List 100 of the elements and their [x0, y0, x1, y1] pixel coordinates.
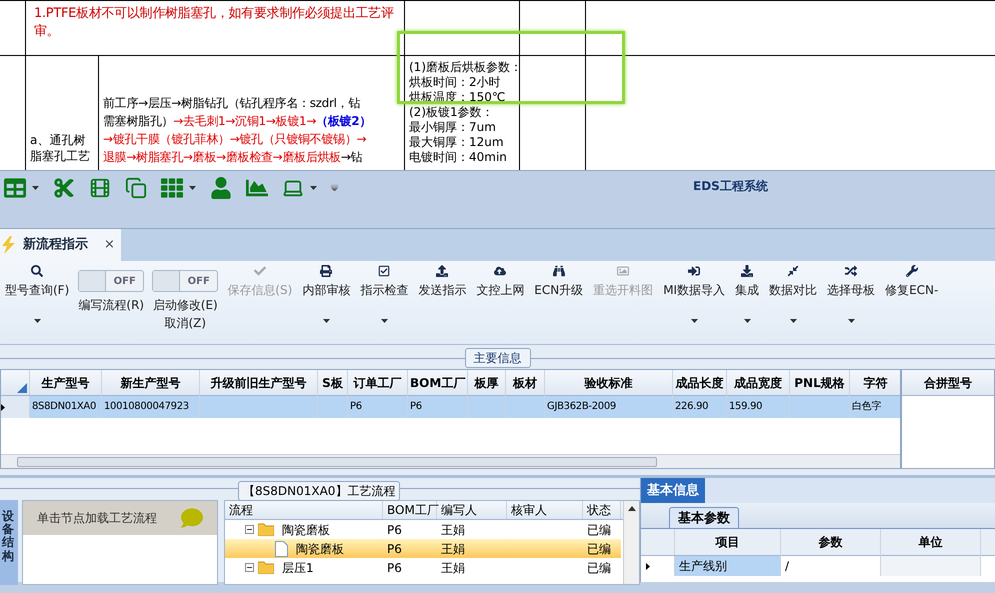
tree-cell-text: 已编	[586, 540, 612, 558]
table-cell: GJB362B-2009	[545, 396, 673, 418]
tree-cell-text: 王娟	[440, 540, 466, 558]
parameter-line: 烘板时间：2小时	[409, 75, 502, 90]
toggle-label: 编写流程(R)	[78, 297, 144, 314]
parameter-line: 最小铜厚：7um	[409, 120, 497, 135]
grid-icon[interactable]	[161, 177, 183, 199]
toggle-switch[interactable]: OFF	[152, 270, 218, 292]
upload-icon	[436, 265, 448, 277]
tree-cell-text: P6	[386, 522, 403, 538]
tree-cell-text: 已编	[586, 522, 612, 538]
caret-icon	[32, 186, 39, 190]
caret-icon	[310, 186, 317, 190]
hint-text: 单击节点加载工艺流程	[37, 510, 157, 527]
column-header: 合拼型号	[902, 370, 994, 396]
window-title: EDS工程系统	[693, 178, 768, 195]
toggle-switch[interactable]: OFF	[78, 270, 144, 292]
table-cell: 159.90	[727, 396, 790, 418]
image-icon	[617, 265, 630, 277]
film-icon[interactable]	[89, 177, 111, 199]
caret-icon	[380, 319, 388, 323]
tree-cell-text: 王娟	[440, 522, 466, 538]
user-icon[interactable]	[210, 177, 232, 199]
parameter-line: 电镀时间：40min	[409, 150, 508, 165]
document-tab[interactable]: 新流程指示 ×	[0, 229, 121, 261]
process-step-line: 需塞树脂孔）→去毛刺1→沉铜1→板镀1→（板镀2）	[103, 113, 372, 130]
ribbon-button[interactable]: 修复ECN-	[880, 265, 944, 319]
collapse-icon[interactable]	[245, 563, 254, 572]
caret-icon	[848, 319, 855, 323]
check-icon	[254, 265, 266, 277]
cancel-button[interactable]: 取消(Z)	[164, 314, 206, 332]
ribbon-button[interactable]: 发送指示	[413, 265, 472, 319]
row-pointer-icon	[646, 562, 650, 570]
row-pointer-icon	[1, 404, 5, 410]
tree-cell-text: P6	[386, 540, 403, 558]
vertical-scrollbar[interactable]	[623, 501, 639, 584]
table-row[interactable]: 8S8DN01XA0 10010800047923 P6 P6 GJB362B-2009 226.90 159.90 白色字	[1, 396, 900, 418]
info-tab[interactable]: 基本信息	[641, 478, 705, 503]
caret-icon	[34, 319, 41, 323]
switch-text: OFF	[186, 274, 211, 288]
scroll-up-icon[interactable]	[628, 506, 636, 511]
download-icon	[741, 265, 754, 277]
ribbon-button[interactable]: 文控上网	[471, 265, 530, 319]
row-label[interactable]: 生产线别	[675, 556, 781, 576]
section-title: 主要信息	[464, 348, 530, 368]
column-header: BOM工厂	[383, 501, 437, 519]
horizontal-scrollbar[interactable]	[1, 454, 900, 468]
column-header: 核审人	[507, 501, 583, 519]
parameter-line: 最大铜厚：12um	[409, 135, 505, 150]
table-cell: P6	[348, 396, 408, 418]
checkbox-icon	[378, 265, 390, 277]
close-button[interactable]: ×	[104, 235, 115, 255]
parameter-line: (1)磨板后烘板参数：	[409, 60, 519, 75]
column-header: 状态	[583, 501, 621, 519]
process-step-line: →镀孔干膜（镀孔菲林）→镀孔（只镀铜不镀锡）→	[103, 131, 368, 148]
table-cell: P6	[408, 396, 468, 418]
lightning-icon	[2, 236, 15, 254]
folder-icon	[258, 523, 274, 536]
table-cell: 10010800047923	[102, 396, 200, 418]
caret-icon	[322, 319, 330, 323]
compress-icon	[787, 265, 800, 277]
select-all-icon[interactable]	[17, 383, 27, 393]
table-cell: 8S8DN01XA0	[30, 396, 102, 418]
column-header: 流程	[225, 501, 383, 519]
folder-icon	[258, 561, 274, 574]
column-header: 编写人	[437, 501, 507, 519]
tab-label: 新流程指示	[23, 236, 88, 254]
process-step-line: 退膜→树脂塞孔→磨板→磨板检查→磨板后烘板→钻	[103, 149, 364, 166]
collapse-icon[interactable]	[245, 525, 254, 534]
table-cell: 226.90	[673, 396, 727, 418]
binoculars-icon	[552, 265, 565, 277]
area-chart-icon[interactable]	[246, 177, 268, 199]
panel-title: 【8S8DN01XA0】工艺流程	[238, 481, 400, 501]
ribbon-button[interactable]: 选择母板	[822, 265, 880, 323]
ribbon-button[interactable]: 内部审核	[297, 265, 356, 323]
printer-icon	[320, 265, 332, 277]
tree-row[interactable]: 陶瓷磨板 P6 王娟 已编	[225, 539, 621, 558]
tree-cell-text: 王娟	[440, 560, 466, 576]
parameter-tab[interactable]: 基本参数	[669, 507, 739, 528]
side-tab[interactable]: 设备结构	[0, 500, 18, 585]
customize-icon[interactable]	[331, 185, 338, 191]
ribbon-button[interactable]: MI数据导入	[658, 265, 730, 323]
ribbon-button[interactable]: 集成	[730, 265, 764, 323]
table-icon[interactable]	[4, 177, 26, 199]
process-name: a、通孔树脂塞孔工艺	[30, 132, 91, 164]
parameter-line: (2)板镀1参数：	[409, 105, 495, 120]
tree-cell-text: 已编	[586, 560, 612, 576]
toggle-label: 启动修改(E)	[152, 297, 218, 314]
ribbon-button[interactable]: 数据对比	[764, 265, 822, 323]
ribbon-button[interactable]: ECN升级	[529, 265, 588, 319]
process-step-line: 前工序→层压→树脂钻孔（钻孔程序名：szdrl，钻	[103, 95, 362, 112]
note-text: 1.PTFE板材不可以制作树脂塞孔，如有要求制作必须提出工艺评审。	[34, 5, 395, 41]
tree-node-label: 陶瓷磨板	[282, 522, 330, 538]
scissors-icon[interactable]	[53, 177, 75, 199]
copy-icon[interactable]	[125, 177, 147, 199]
ribbon-button[interactable]: 指示检查	[355, 265, 414, 323]
ribbon-button[interactable]: 型号查询(F)	[0, 265, 74, 323]
switch-text: OFF	[112, 274, 137, 288]
table-cell[interactable]	[881, 556, 981, 576]
cloud-upload-icon	[494, 265, 506, 277]
